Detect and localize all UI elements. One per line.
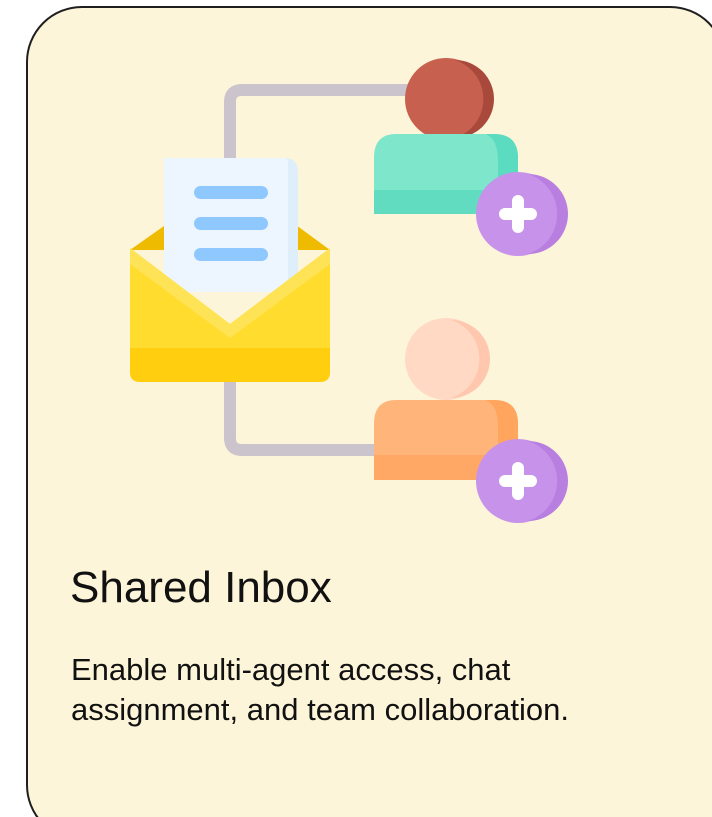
letter-icon xyxy=(164,158,298,292)
card-title: Shared Inbox xyxy=(70,563,332,612)
add-badge-icon xyxy=(476,172,568,256)
add-user-icon xyxy=(374,318,568,523)
shared-inbox-illustration xyxy=(130,58,568,523)
card-description: Enable multi-agent access, chat assignme… xyxy=(71,652,570,727)
add-badge-icon xyxy=(476,439,568,523)
envelope-with-letter-icon xyxy=(130,158,330,382)
